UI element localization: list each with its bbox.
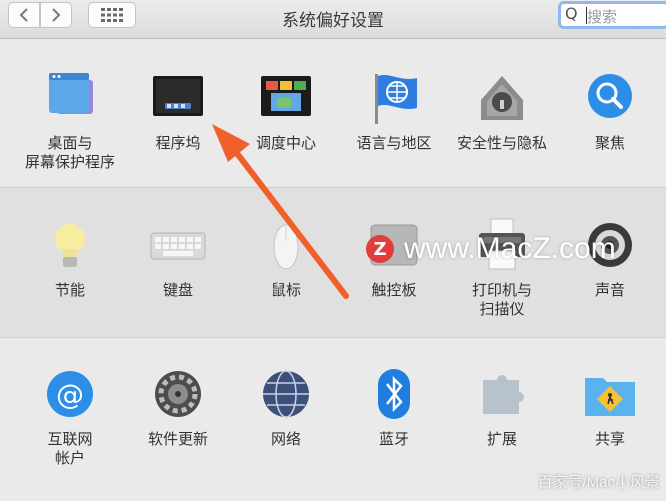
watermark-text: www.MacZ.com xyxy=(404,232,616,265)
watermark: Z www.MacZ.com xyxy=(366,232,616,266)
credit-watermark: 百家号/Mac小风景 xyxy=(537,474,660,491)
watermark-logo-icon: Z xyxy=(366,235,394,263)
